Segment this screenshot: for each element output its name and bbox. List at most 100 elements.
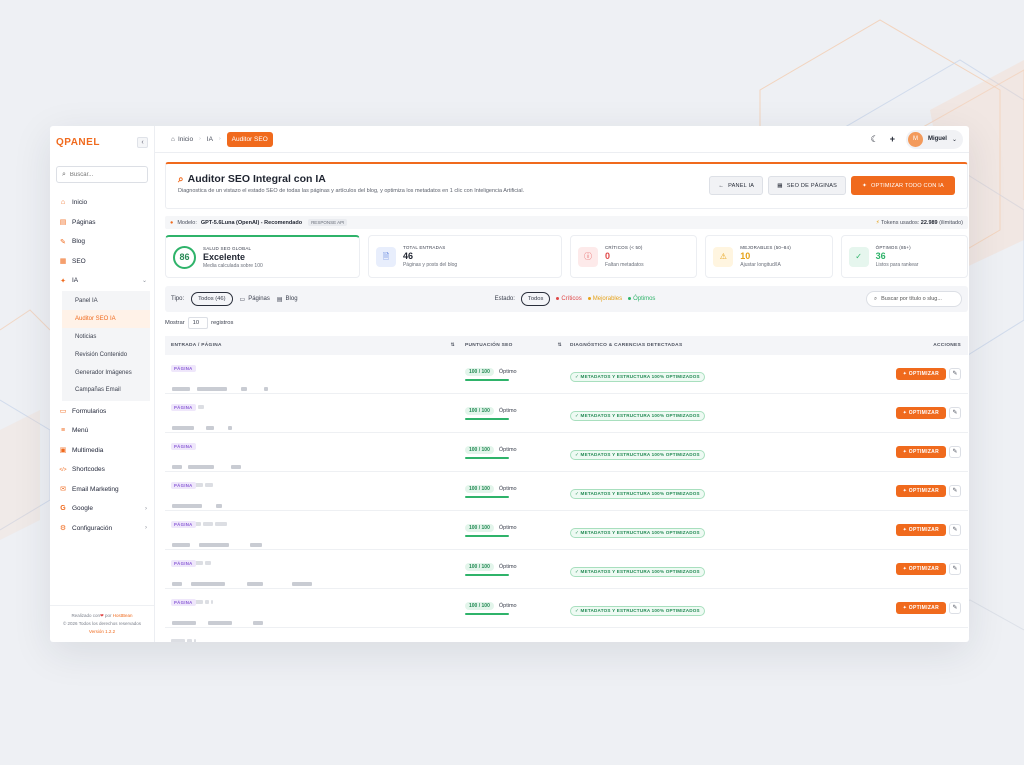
entry-cell[interactable]: PÁGINA — [165, 357, 465, 409]
filter-type-blog[interactable]: ▤ Blog — [277, 296, 298, 303]
optimize-button[interactable]: ✦ OPTIMIZAR — [895, 485, 946, 497]
sidebar-item-email-marketing[interactable]: ✉ Email Marketing — [50, 479, 154, 499]
score-pill: 100 / 100 — [465, 601, 494, 610]
entry-cell[interactable]: PÁGINA — [165, 474, 465, 526]
entry-title-redacted — [171, 456, 465, 487]
sidebar: QPANEL ‹ ⌕ ⌂ Inicio ▤ Páginas ✎ Blog ▦ SEO ✦… — [50, 126, 155, 642]
sparkle-icon: ✦ — [902, 488, 908, 494]
score-cell: 100 / 100 Óptimo — [465, 367, 570, 381]
sidebar-search[interactable]: ⌕ — [56, 166, 148, 183]
filter-status-all[interactable]: Todos — [520, 292, 551, 306]
submenu-item-auditor-seo[interactable]: Auditor SEO IA — [62, 310, 150, 329]
check-icon: ✓ — [575, 452, 580, 457]
entry-cell[interactable]: PÁGINA — [165, 396, 465, 448]
sidebar-item-menu[interactable]: ≡ Menú — [50, 421, 154, 441]
diagnostic-text: METADATOS Y ESTRUCTURA 100% OPTIMIZADOS — [580, 530, 700, 535]
sidebar-item-ia[interactable]: ✦ IA ⌄ — [50, 271, 154, 291]
sidebar-item-google[interactable]: G Google › — [50, 499, 154, 519]
redacted-text — [171, 426, 194, 430]
menu-icon: ≡ — [60, 427, 66, 435]
optimize-all-button[interactable]: ✦ OPTIMIZAR TODO CON IA — [851, 176, 955, 195]
score-cell: 100 / 100 Óptimo — [465, 484, 570, 498]
sidebar-item-paginas[interactable]: ▤ Páginas — [50, 213, 154, 233]
optimize-button[interactable]: ✦ OPTIMIZAR — [895, 407, 946, 419]
optimize-button[interactable]: ✦ OPTIMIZAR — [895, 602, 946, 614]
sidebar-item-blog[interactable]: ✎ Blog — [50, 232, 154, 252]
entry-cell[interactable]: PÁGINA — [165, 513, 465, 565]
score-cell: 100 / 100 Óptimo — [465, 406, 570, 420]
optimize-button[interactable]: ✦ OPTIMIZAR — [895, 524, 946, 536]
button-label: SEO DE PÁGINAS — [786, 182, 838, 189]
sidebar-item-seo[interactable]: ▦ SEO — [50, 252, 154, 272]
filter-status-improvable[interactable]: Mejorables — [587, 296, 622, 302]
edit-pencil-icon[interactable]: ✎ — [949, 602, 961, 614]
sidebar-item-shortcodes[interactable]: </> Shortcodes — [50, 460, 154, 480]
seo-pages-button[interactable]: ▦ SEO DE PÁGINAS — [768, 176, 847, 195]
entry-cell[interactable]: PÁGINA — [165, 591, 465, 642]
breadcrumb-home[interactable]: ⌂ Inicio — [171, 136, 193, 143]
sidebar-item-configuracion[interactable]: ⚙ Configuración › — [50, 518, 154, 538]
submenu-item-panel-ia[interactable]: Panel IA — [62, 293, 150, 311]
filter-status-critical[interactable]: Críticos — [556, 296, 582, 302]
edit-pencil-icon[interactable]: ✎ — [949, 368, 961, 380]
diagnostic-cell: ✓ METADATOS Y ESTRUCTURA 100% OPTIMIZADO… — [570, 365, 890, 383]
sidebar-item-inicio[interactable]: ⌂ Inicio — [50, 193, 154, 213]
topbar: ⌂ Inicio › IA › Auditor SEO ☾ + M Miguel … — [155, 126, 969, 153]
button-label: OPTIMIZAR — [908, 371, 939, 377]
actions-cell: ✦ OPTIMIZAR ✎ — [890, 446, 968, 458]
optimize-button[interactable]: ✦ OPTIMIZAR — [895, 446, 946, 458]
app-logo[interactable]: QPANEL — [56, 137, 100, 148]
entry-cell[interactable]: PÁGINA — [165, 435, 465, 487]
dark-mode-moon-icon[interactable]: ☾ — [871, 134, 879, 145]
table-body: PÁGINA 100 / 100 Óptimo ✓ METADATOS Y EST… — [165, 355, 969, 642]
submenu-item-generador[interactable]: Generador Imágenes — [62, 364, 150, 382]
add-plus-icon[interactable]: + — [890, 134, 895, 144]
sidebar-search-input[interactable] — [69, 171, 140, 178]
column-entry[interactable]: ENTRADA / PÁGINA ⇅ — [165, 343, 465, 348]
redacted-text — [171, 543, 190, 547]
edit-pencil-icon[interactable]: ✎ — [949, 524, 961, 536]
diagnostic-badge: ✓ METADATOS Y ESTRUCTURA 100% OPTIMIZADO… — [570, 450, 705, 460]
home-icon: ⌂ — [171, 135, 175, 143]
breadcrumb-ia[interactable]: IA — [207, 136, 213, 143]
score-status: Óptimo — [498, 446, 517, 453]
panel-ia-button[interactable]: ← PANEL IA — [709, 176, 764, 195]
score-bar — [465, 378, 509, 381]
sidebar-item-multimedia[interactable]: ▣ Multimedia — [50, 440, 154, 460]
score-bar — [465, 612, 509, 615]
page-length-select[interactable]: 10 — [187, 317, 209, 329]
edit-pencil-icon[interactable]: ✎ — [949, 407, 961, 419]
entry-cell[interactable]: PÁGINA — [165, 552, 465, 604]
page-title-text: Auditor SEO Integral con IA — [187, 173, 326, 185]
stat-sub: Faltan metadatos — [604, 262, 644, 268]
optimize-button[interactable]: ✦ OPTIMIZAR — [895, 368, 946, 380]
column-score[interactable]: PUNTUACIÓN SEO ⇅ — [465, 343, 570, 348]
filter-type-all[interactable]: Todos (46) — [191, 292, 233, 306]
edit-pencil-icon[interactable]: ✎ — [949, 446, 961, 458]
document-search-icon: 🗎 — [375, 246, 396, 267]
table-search[interactable]: ⌕ Buscar por título o slug... — [866, 291, 962, 307]
edit-pencil-icon[interactable]: ✎ — [949, 485, 961, 497]
submenu-item-campanas[interactable]: Campañas Email — [62, 381, 150, 399]
page-type-badge: PÁGINA — [171, 521, 196, 528]
submenu-item-noticias[interactable]: Noticias — [62, 328, 150, 346]
filter-status-optimal[interactable]: Óptimos — [628, 296, 655, 302]
sidebar-item-formularios[interactable]: ▭ Formularios — [50, 401, 154, 421]
search-icon: ⌕ — [62, 170, 66, 178]
score-pill: 100 / 100 — [465, 367, 494, 376]
footer-brand-link[interactable]: HostBean — [113, 613, 133, 618]
footer-version: Versión 1.2.2 — [88, 629, 116, 634]
check-icon: ✓ — [575, 608, 580, 613]
tokens-label: Tokens usados: — [881, 219, 920, 226]
score-bar — [465, 417, 509, 420]
actions-cell: ✦ OPTIMIZAR ✎ — [890, 485, 968, 497]
filter-type-pages[interactable]: ▭ Páginas — [240, 296, 270, 303]
edit-pencil-icon[interactable]: ✎ — [949, 563, 961, 575]
entry-title-redacted — [171, 378, 465, 409]
user-menu[interactable]: M Miguel ⌄ — [905, 129, 963, 149]
made-with-line: Realizado con❤ por HostBean — [50, 612, 154, 620]
optimize-button[interactable]: ✦ OPTIMIZAR — [895, 563, 946, 575]
submenu-item-revision[interactable]: Revisión Contenido — [62, 346, 150, 364]
user-name: Miguel — [927, 136, 947, 142]
collapse-sidebar-button[interactable]: ‹ — [137, 136, 148, 148]
